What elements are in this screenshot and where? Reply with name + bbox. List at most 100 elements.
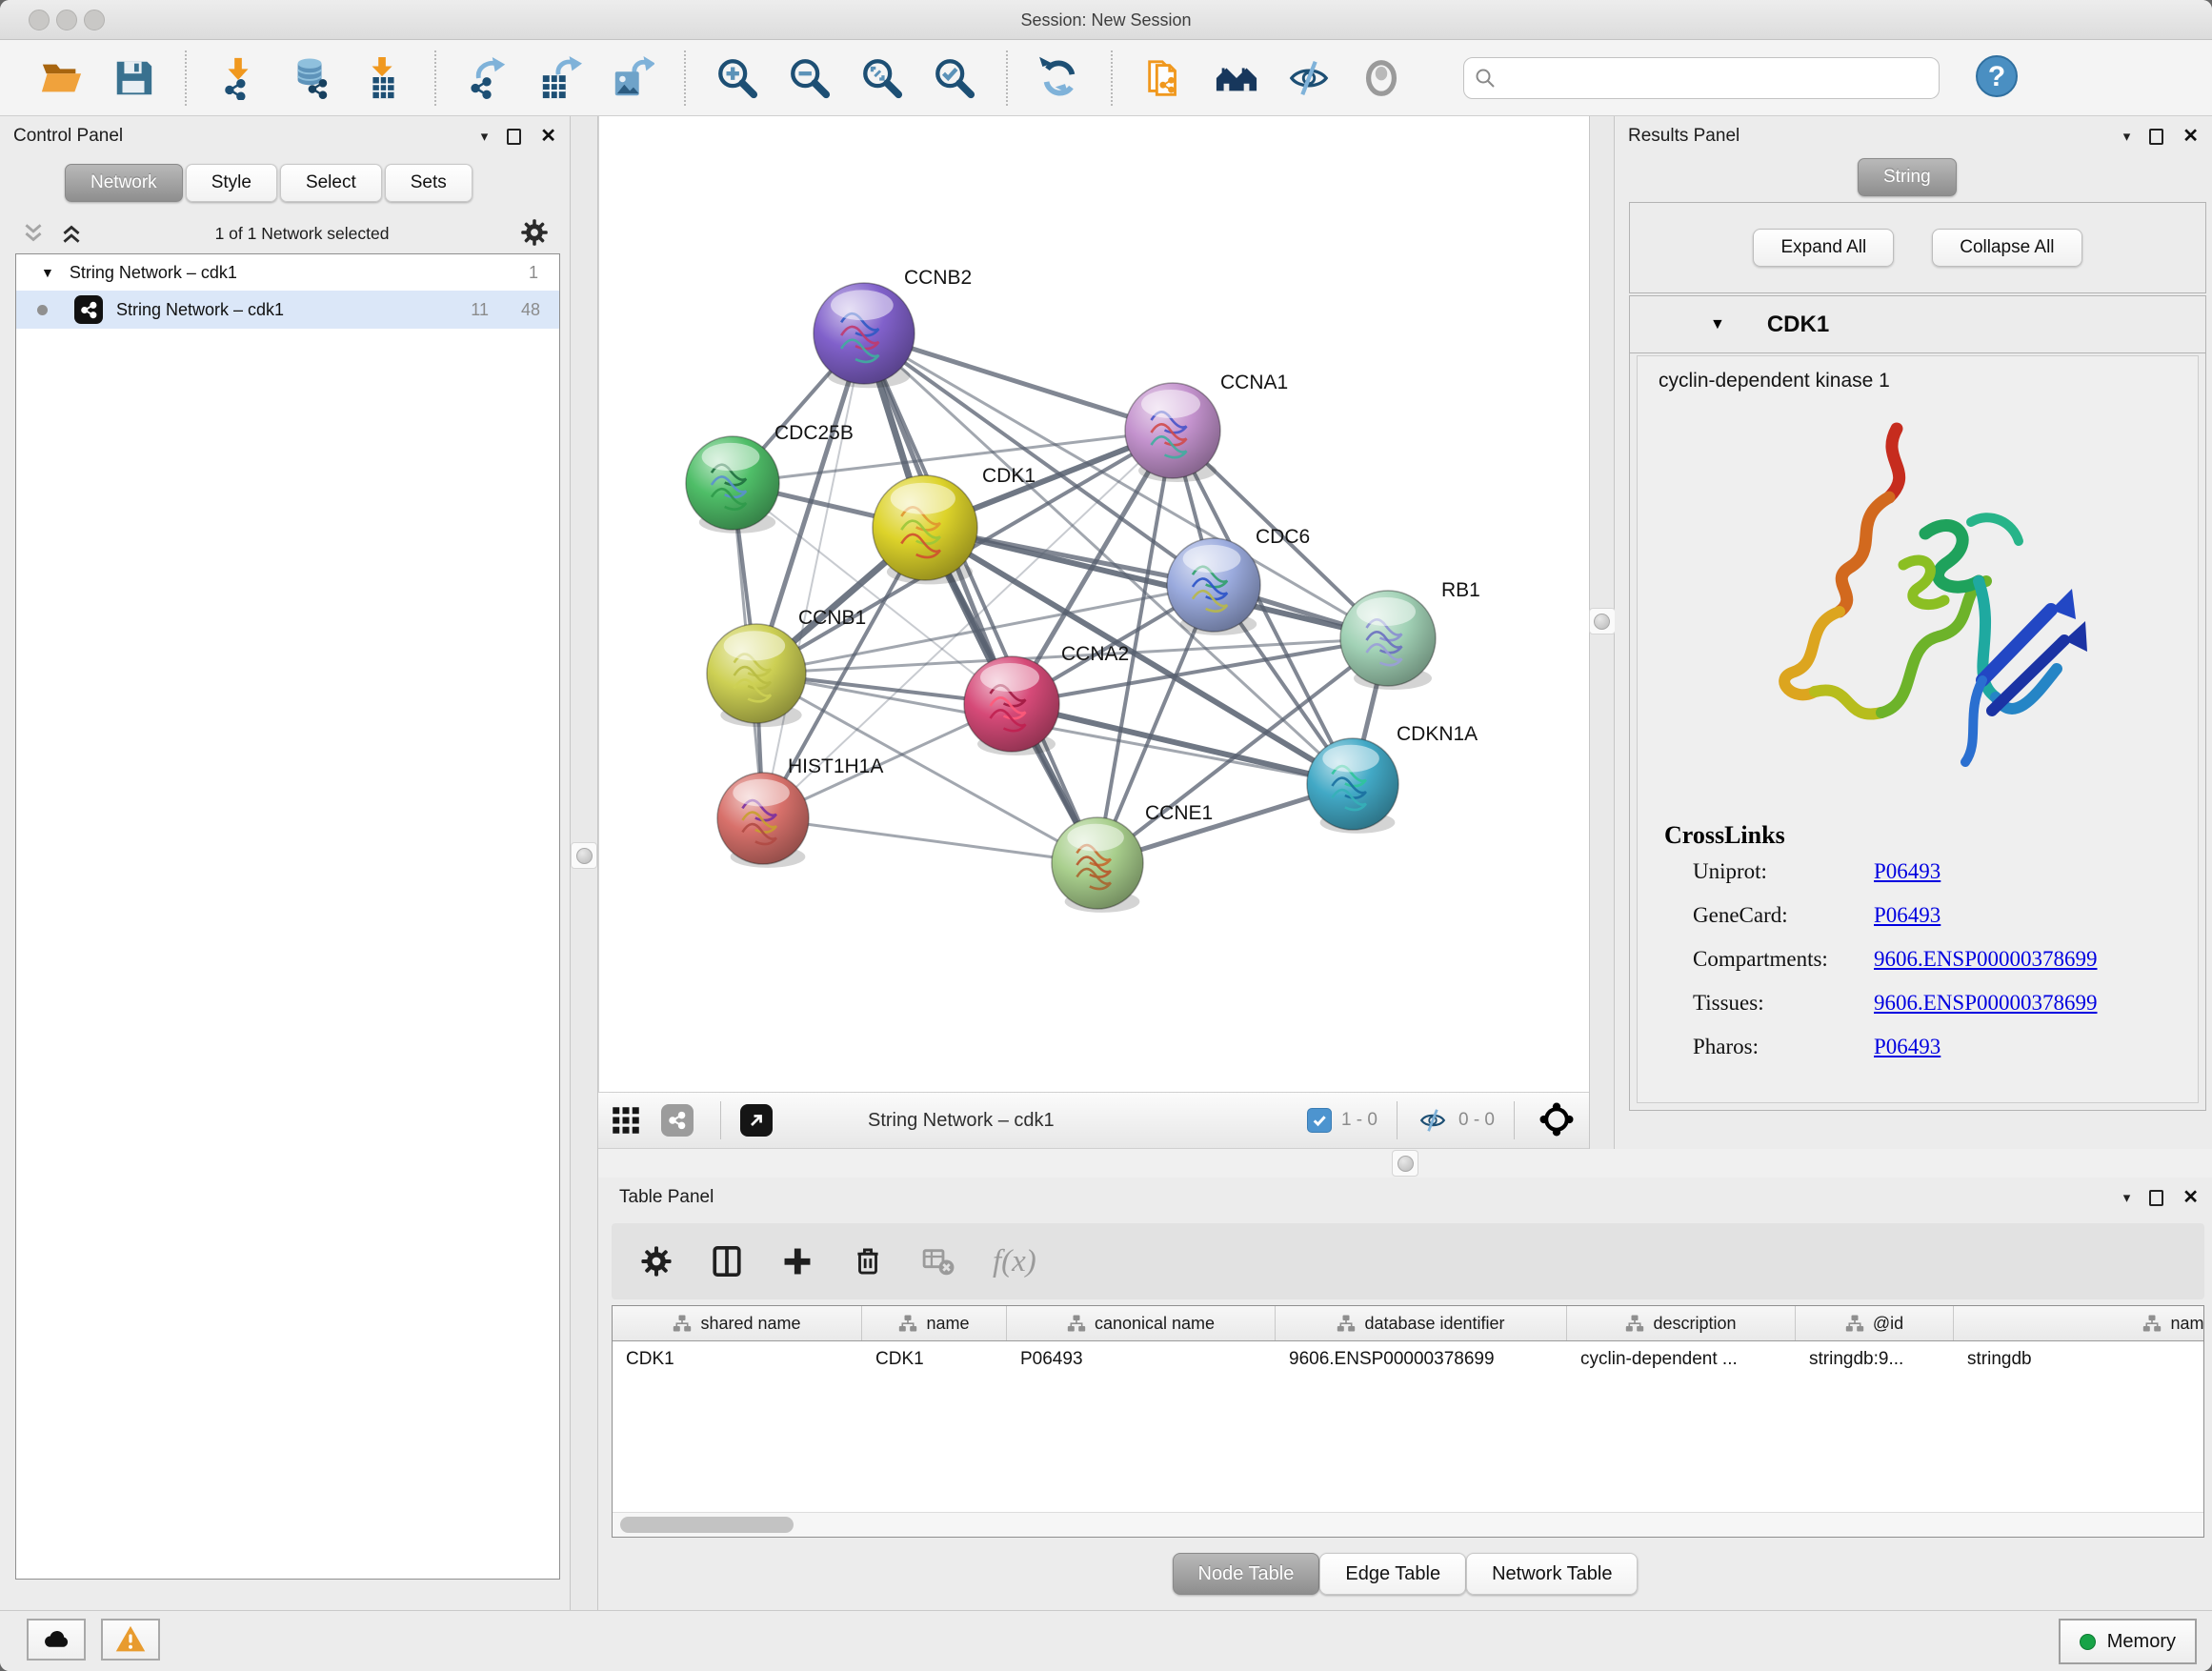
network-row-selected[interactable]: String Network – cdk1 11 48 [16,291,559,329]
tab-style[interactable]: Style [186,164,277,202]
delete-column-button[interactable] [852,1245,884,1278]
refresh-layout-button[interactable] [1033,51,1086,105]
zoom-fit-button[interactable] [855,51,909,105]
scrollbar-thumb[interactable] [620,1517,794,1533]
float-panel-icon[interactable] [2149,129,2163,145]
panel-menu-icon[interactable]: ▾ [481,128,489,145]
zoom-selected-button[interactable] [928,51,981,105]
table-options-button[interactable] [640,1245,673,1278]
crosslink-link[interactable]: P06493 [1874,859,1941,884]
column-header-canonicalname[interactable]: canonical name [1007,1306,1276,1340]
cloud-status-button[interactable] [27,1619,86,1661]
crosslink-link[interactable]: P06493 [1874,1035,1941,1059]
panel-menu-icon[interactable]: ▾ [2123,128,2131,145]
gene-expander-icon[interactable]: ▼ [1710,316,1725,333]
tab-string[interactable]: String [1858,158,1957,196]
network-node-ccnb1[interactable]: CCNB1 [707,607,866,727]
export-image-button[interactable] [606,51,659,105]
tab-edge-table[interactable]: Edge Table [1319,1553,1466,1595]
current-network-dot [37,305,48,315]
create-column-button[interactable] [781,1245,814,1278]
toolbar-separator [1111,50,1113,106]
zoom-in-button[interactable] [711,51,764,105]
network-collection-row[interactable]: ▼ String Network – cdk1 1 [16,254,559,291]
birds-eye-view-button[interactable] [1355,51,1408,105]
table-empty-area [613,1378,2203,1512]
fx-icon: f(x) [993,1244,1036,1279]
delete-table-button[interactable] [922,1245,955,1278]
import-table-button[interactable] [356,51,410,105]
export-table-button[interactable] [533,51,587,105]
expand-all-icon[interactable] [59,221,84,246]
open-session-button[interactable] [34,51,88,105]
network-node-rb1[interactable]: RB1 [1340,579,1480,690]
show-columns-button[interactable] [711,1245,743,1278]
network-options-button[interactable] [520,218,549,250]
column-header-name[interactable]: name [862,1306,1007,1340]
panel-menu-icon[interactable]: ▾ [2123,1189,2131,1206]
network-graph[interactable]: CCNB2CCNA1CDC25BCDK1CDC6RB1CCNB1CCNA2CDK… [599,116,1590,1092]
left-splitter-handle[interactable] [571,842,597,869]
float-panel-icon[interactable] [507,129,521,145]
detach-view-button[interactable] [740,1104,773,1137]
function-builder-button[interactable]: f(x) [993,1244,1036,1279]
close-panel-icon[interactable]: ✕ [540,127,556,146]
tab-network-table[interactable]: Network Table [1466,1553,1638,1595]
float-panel-icon[interactable] [2149,1190,2163,1206]
network-node-ccna1[interactable]: CCNA1 [1125,372,1288,482]
zoom-out-button[interactable] [783,51,836,105]
table-cell[interactable]: P06493 [1007,1341,1276,1378]
crosslink-link[interactable]: 9606.ENSP00000378699 [1874,991,2098,1016]
selected-nodes-checkbox[interactable] [1307,1108,1332,1133]
table-cell[interactable]: stringdb:9... [1796,1341,1954,1378]
birds-eye-toggle-button[interactable] [1538,1100,1576,1141]
node-table: shared namenamecanonical namedatabase id… [612,1305,2204,1538]
close-panel-icon[interactable]: ✕ [2182,1188,2199,1207]
memory-button[interactable]: Memory [2059,1619,2197,1664]
collapse-all-icon[interactable] [21,221,46,246]
crosslink-link[interactable]: 9606.ENSP00000378699 [1874,947,2098,972]
table-cell[interactable]: stringdb [1954,1341,2204,1378]
expand-all-button[interactable]: Expand All [1753,229,1894,267]
tab-select[interactable]: Select [280,164,382,202]
warnings-button[interactable] [101,1619,160,1661]
gene-header[interactable]: ▼ CDK1 [1630,296,2205,353]
column-header-namespace[interactable]: namespace [1954,1306,2204,1340]
network-node-hist1h1a[interactable]: HIST1H1A [717,755,883,868]
share-view-button[interactable] [661,1104,694,1137]
hide-panels-button[interactable] [1282,51,1336,105]
network-edge[interactable] [763,818,1097,863]
tab-sets[interactable]: Sets [385,164,473,202]
close-panel-icon[interactable]: ✕ [2182,127,2199,146]
save-session-button[interactable] [107,51,160,105]
help-button[interactable] [1974,53,2020,102]
column-header-sharedname[interactable]: shared name [613,1306,862,1340]
collection-expander-icon[interactable]: ▼ [41,265,54,280]
tab-network[interactable]: Network [65,164,183,202]
network-edge[interactable] [864,333,1097,863]
network-node-cdkn1a[interactable]: CDKN1A [1307,723,1478,834]
grid-view-button[interactable] [612,1106,640,1135]
column-header-description[interactable]: description [1567,1306,1796,1340]
crosslink-link[interactable]: P06493 [1874,903,1941,928]
export-network-button[interactable] [461,51,514,105]
quick-search-input[interactable] [1504,68,1929,89]
export-document-button[interactable] [1137,51,1191,105]
column-header-id[interactable]: @id [1796,1306,1954,1340]
table-horizontal-scrollbar[interactable] [613,1512,2203,1537]
table-data-row[interactable]: CDK1CDK1P064939606.ENSP00000378699cyclin… [613,1341,2203,1378]
home-button[interactable] [1210,51,1263,105]
table-cell[interactable]: CDK1 [862,1341,1007,1378]
table-cell[interactable]: 9606.ENSP00000378699 [1276,1341,1567,1378]
network-node-ccnb2[interactable]: CCNB2 [814,267,972,388]
horizontal-splitter-handle[interactable] [1392,1150,1418,1177]
right-splitter-handle[interactable] [1589,608,1616,634]
network-edge[interactable] [1012,704,1353,784]
collapse-all-button[interactable]: Collapse All [1932,229,2081,267]
column-header-databaseidentifier[interactable]: database identifier [1276,1306,1567,1340]
tab-node-table[interactable]: Node Table [1173,1553,1320,1595]
table-cell[interactable]: cyclin-dependent ... [1567,1341,1796,1378]
import-network-from-file-button[interactable] [211,51,265,105]
table-cell[interactable]: CDK1 [613,1341,862,1378]
import-network-from-database-button[interactable] [284,51,337,105]
